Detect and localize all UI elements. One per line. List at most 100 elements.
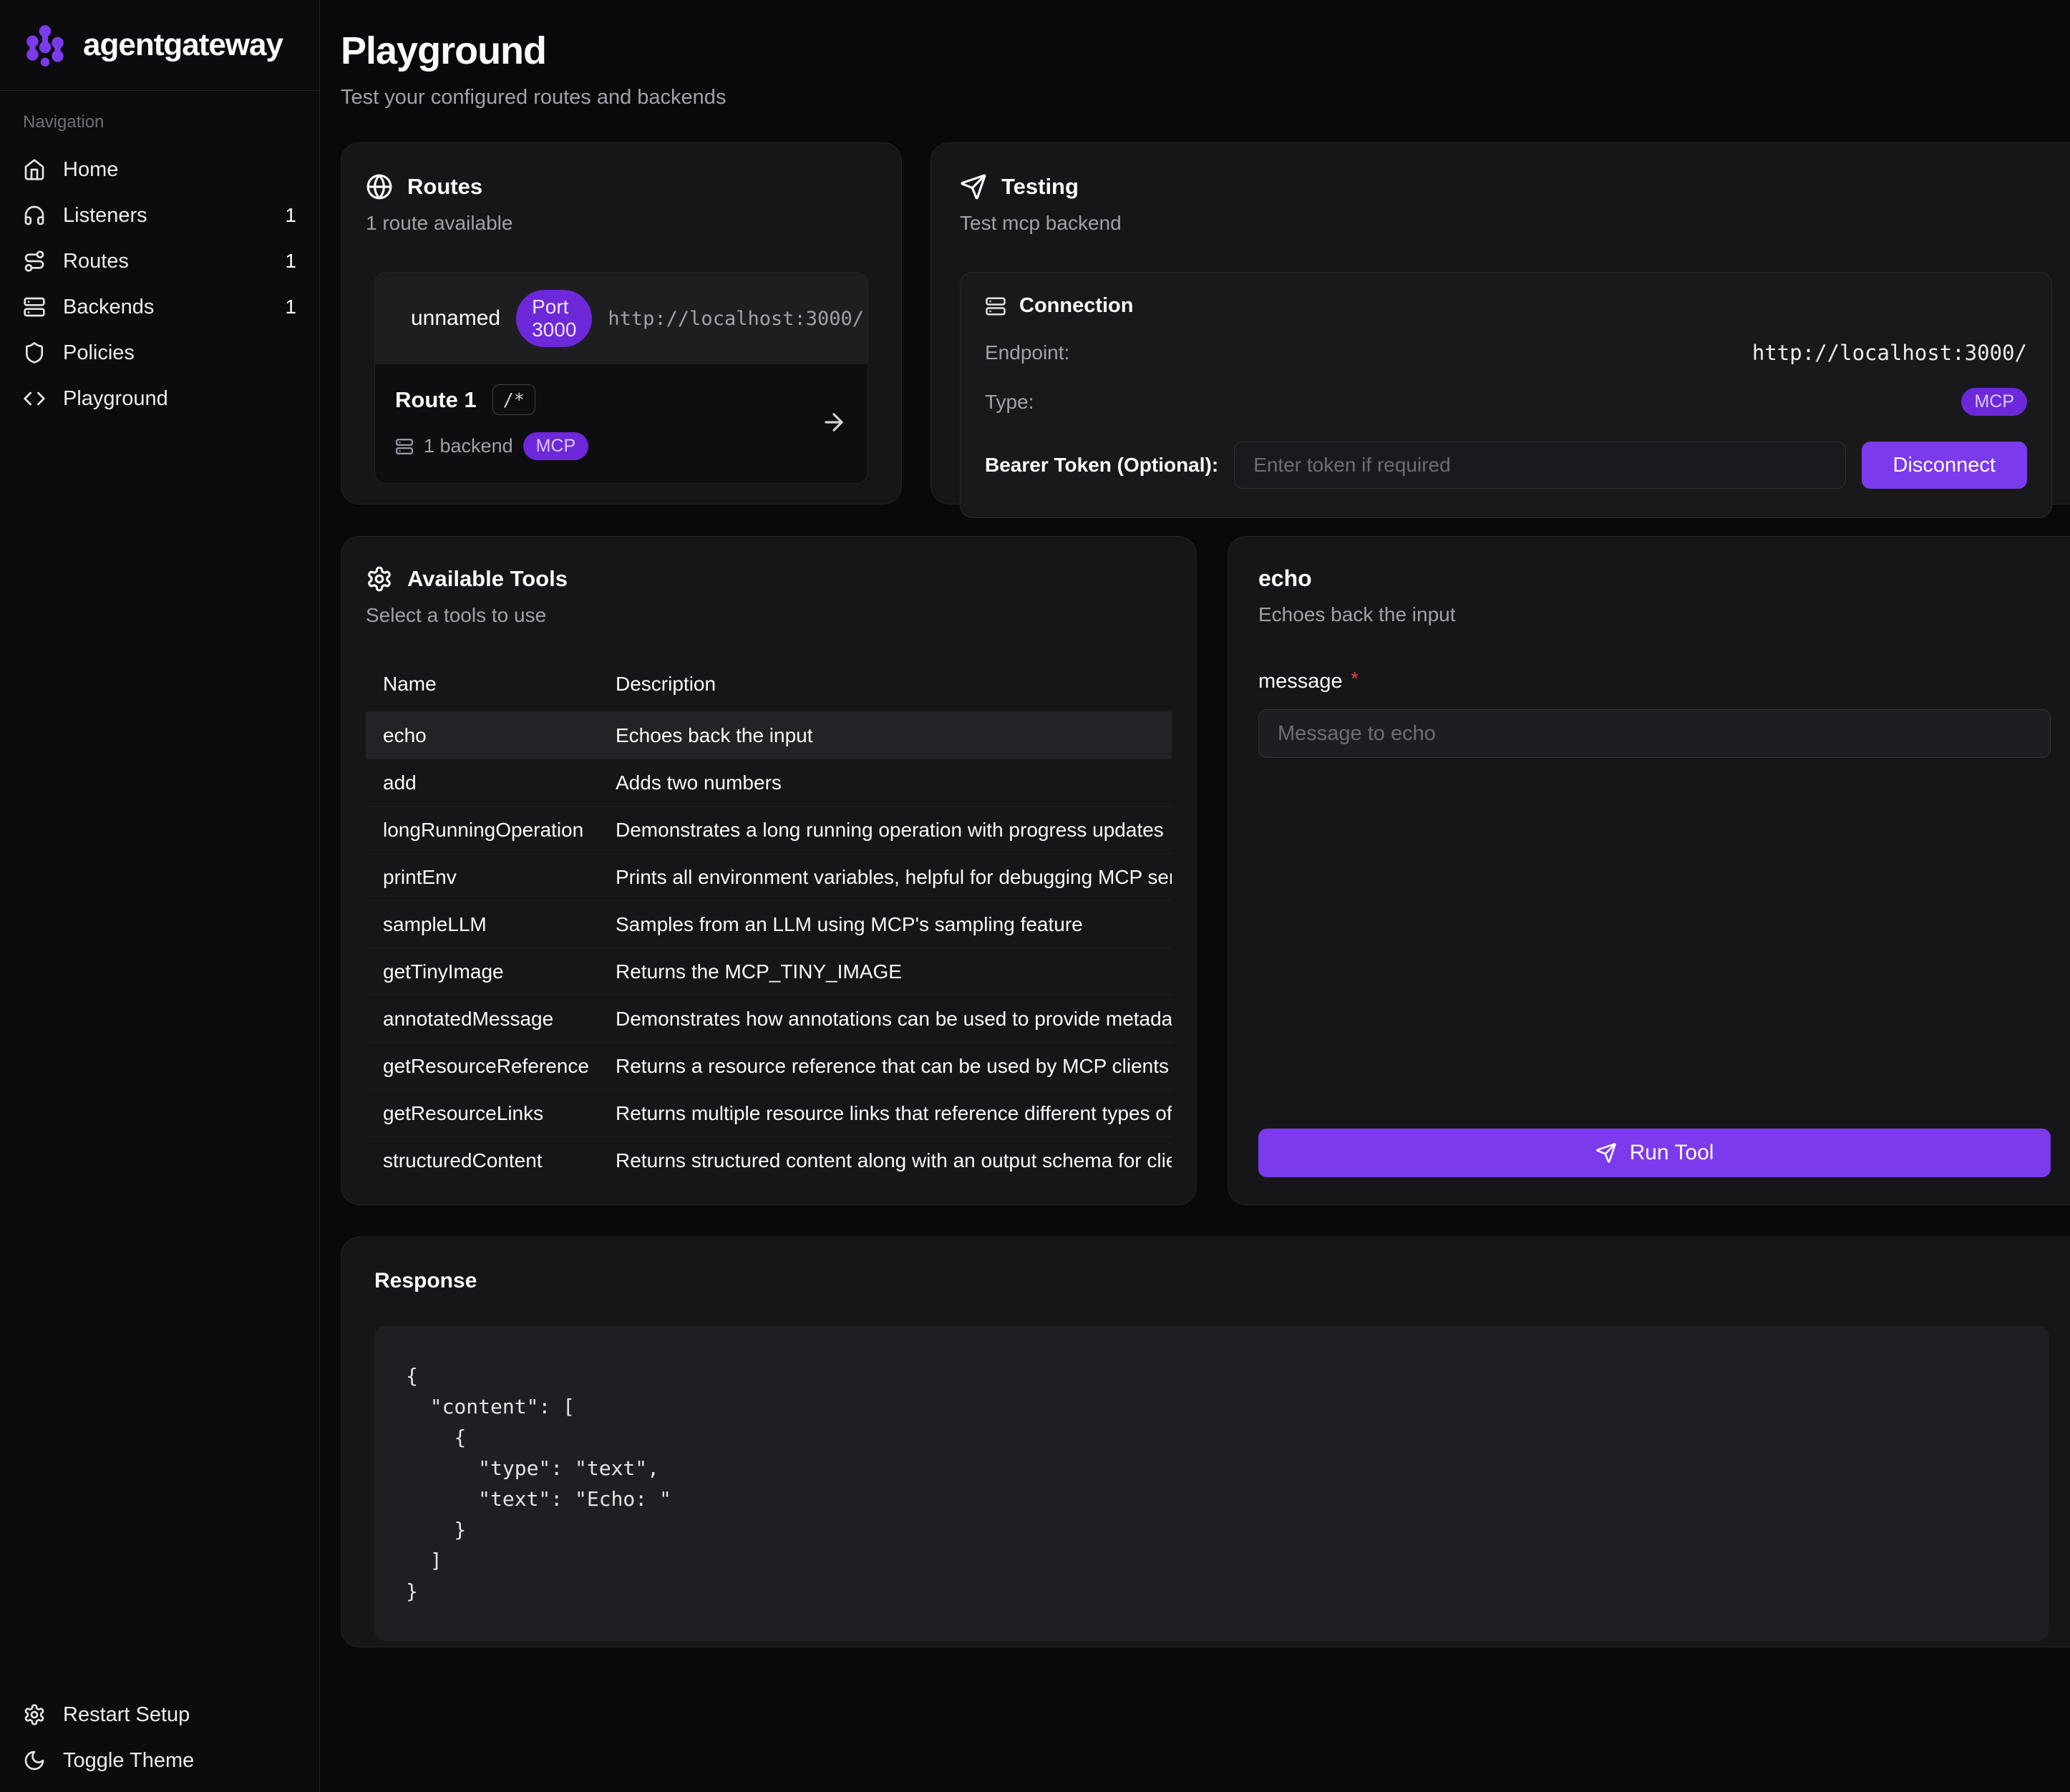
route-protocol-badge: MCP xyxy=(523,432,589,460)
restart-setup-label: Restart Setup xyxy=(63,1703,190,1727)
arrow-right-icon[interactable] xyxy=(820,409,847,436)
agentgateway-logo-icon xyxy=(21,21,69,69)
headphones-icon xyxy=(23,204,46,227)
message-field-label: message* xyxy=(1258,668,2051,693)
app-root: agentgateway Navigation Home Listeners 1… xyxy=(0,0,2070,1792)
sidebar-item-listeners[interactable]: Listeners 1 xyxy=(13,193,306,238)
route-row[interactable]: Route 1 /* 1 backend MCP xyxy=(375,364,868,483)
tools-card-subtitle: Select a tools to use xyxy=(366,604,1172,627)
bearer-token-input[interactable] xyxy=(1234,442,1845,489)
tool-description: Echoes back the input xyxy=(598,712,1172,759)
response-json: { "content": [ { "type": "text", "text":… xyxy=(406,1360,2018,1607)
type-label: Type: xyxy=(985,391,1034,414)
tool-name: getResourceReference xyxy=(366,1043,598,1090)
code-icon xyxy=(23,387,46,410)
tool-form-panel: echo Echoes back the input message* Run … xyxy=(1228,536,2070,1205)
available-tools-card: Available Tools Select a tools to use Na… xyxy=(341,536,1197,1205)
response-code-block: { "content": [ { "type": "text", "text":… xyxy=(374,1326,2049,1641)
nav-section-label: Navigation xyxy=(13,112,306,132)
disconnect-button[interactable]: Disconnect xyxy=(1862,442,2027,489)
route-icon xyxy=(23,250,46,273)
routes-count-badge: 1 xyxy=(285,250,296,273)
tool-row-structuredContent[interactable]: structuredContentReturns structured cont… xyxy=(366,1137,1172,1184)
tool-name: printEnv xyxy=(366,854,598,901)
page-title: Playground xyxy=(341,29,2070,73)
tool-description: Adds two numbers xyxy=(598,759,1172,807)
tool-name: structuredContent xyxy=(366,1137,598,1184)
run-tool-label: Run Tool xyxy=(1630,1141,1714,1165)
routes-card-subtitle: 1 route available xyxy=(366,212,877,235)
backends-count-badge: 1 xyxy=(285,296,296,318)
tool-row-echo[interactable]: echoEchoes back the input xyxy=(366,712,1172,759)
brand-name: agentgateway xyxy=(83,27,283,63)
tool-description: Samples from an LLM using MCP's sampling… xyxy=(598,901,1172,948)
required-marker: * xyxy=(1351,668,1359,689)
tool-description: Prints all environment variables, helpfu… xyxy=(598,854,1172,901)
tool-name: sampleLLM xyxy=(366,901,598,948)
sidebar-item-backends[interactable]: Backends 1 xyxy=(13,284,306,330)
route-backend-count: 1 backend xyxy=(424,435,513,457)
message-input[interactable] xyxy=(1258,709,2051,758)
sidebar-nav: Navigation Home Listeners 1 Routes 1 Bac… xyxy=(0,91,319,422)
tools-card-title: Available Tools xyxy=(407,566,568,592)
sidebar-item-policies[interactable]: Policies xyxy=(13,330,306,376)
tool-form-subtitle: Echoes back the input xyxy=(1258,603,2051,626)
gear-icon xyxy=(366,565,393,593)
listener-url: http://localhost:3000/ xyxy=(608,308,864,330)
response-title: Response xyxy=(374,1269,2049,1293)
tool-row-getResourceLinks[interactable]: getResourceLinksReturns multiple resourc… xyxy=(366,1090,1172,1137)
sidebar-item-routes[interactable]: Routes 1 xyxy=(13,238,306,284)
sidebar-item-label: Policies xyxy=(63,341,135,365)
bearer-token-label: Bearer Token (Optional): xyxy=(985,454,1218,477)
shield-icon xyxy=(23,341,46,364)
send-icon xyxy=(1595,1142,1617,1164)
tool-description: Returns multiple resource links that ref… xyxy=(598,1090,1172,1137)
tool-name: annotatedMessage xyxy=(366,995,598,1043)
tool-description: Demonstrates a long running operation wi… xyxy=(598,807,1172,854)
restart-setup-button[interactable]: Restart Setup xyxy=(13,1692,306,1738)
tool-description: Returns structured content along with an… xyxy=(598,1137,1172,1184)
port-badge: Port 3000 xyxy=(516,290,592,347)
tool-form-title: echo xyxy=(1258,565,2051,592)
send-icon xyxy=(960,173,987,200)
response-card: Response { "content": [ { "type": "text"… xyxy=(341,1237,2070,1647)
type-badge: MCP xyxy=(1961,388,2027,416)
endpoint-value: http://localhost:3000/ xyxy=(1752,341,2027,365)
routes-card-title: Routes xyxy=(407,174,482,200)
tool-row-add[interactable]: addAdds two numbers xyxy=(366,759,1172,807)
testing-card: Testing Test mcp backend Connection Endp… xyxy=(930,142,2070,505)
tool-row-printEnv[interactable]: printEnvPrints all environment variables… xyxy=(366,854,1172,901)
home-icon xyxy=(23,158,46,181)
tool-row-annotatedMessage[interactable]: annotatedMessageDemonstrates how annotat… xyxy=(366,995,1172,1043)
tool-row-sampleLLM[interactable]: sampleLLMSamples from an LLM using MCP's… xyxy=(366,901,1172,948)
server-icon xyxy=(985,296,1006,317)
testing-card-title: Testing xyxy=(1001,174,1079,200)
sidebar-item-home[interactable]: Home xyxy=(13,147,306,193)
run-tool-button[interactable]: Run Tool xyxy=(1258,1129,2051,1177)
toggle-theme-label: Toggle Theme xyxy=(63,1749,194,1773)
tool-row-getTinyImage[interactable]: getTinyImageReturns the MCP_TINY_IMAGE xyxy=(366,948,1172,995)
tool-row-getResourceReference[interactable]: getResourceReferenceReturns a resource r… xyxy=(366,1043,1172,1090)
main-content: Playground Test your configured routes a… xyxy=(320,0,2070,1792)
brand-header[interactable]: agentgateway xyxy=(0,0,319,91)
listener-name: unnamed xyxy=(411,306,500,331)
tool-name: getTinyImage xyxy=(366,948,598,995)
moon-icon xyxy=(23,1749,46,1772)
testing-card-subtitle: Test mcp backend xyxy=(960,212,2062,235)
connection-panel: Connection Endpoint: http://localhost:30… xyxy=(960,272,2052,518)
tool-row-longRunningOperation[interactable]: longRunningOperationDemonstrates a long … xyxy=(366,807,1172,854)
sidebar-item-label: Backends xyxy=(63,296,154,319)
gear-icon xyxy=(23,1703,46,1726)
listener-header: unnamed Port 3000 http://localhost:3000/ xyxy=(375,273,868,364)
sidebar-item-label: Home xyxy=(63,158,118,182)
tool-name: getResourceLinks xyxy=(366,1090,598,1137)
column-header-description: Description xyxy=(598,661,1172,712)
tool-name: add xyxy=(366,759,598,807)
route-name: Route 1 xyxy=(395,387,477,413)
toggle-theme-button[interactable]: Toggle Theme xyxy=(13,1738,306,1783)
globe-icon xyxy=(366,173,393,200)
endpoint-label: Endpoint: xyxy=(985,341,1069,364)
sidebar-item-playground[interactable]: Playground xyxy=(13,376,306,422)
server-icon xyxy=(23,296,46,318)
sidebar-item-label: Routes xyxy=(63,250,129,273)
